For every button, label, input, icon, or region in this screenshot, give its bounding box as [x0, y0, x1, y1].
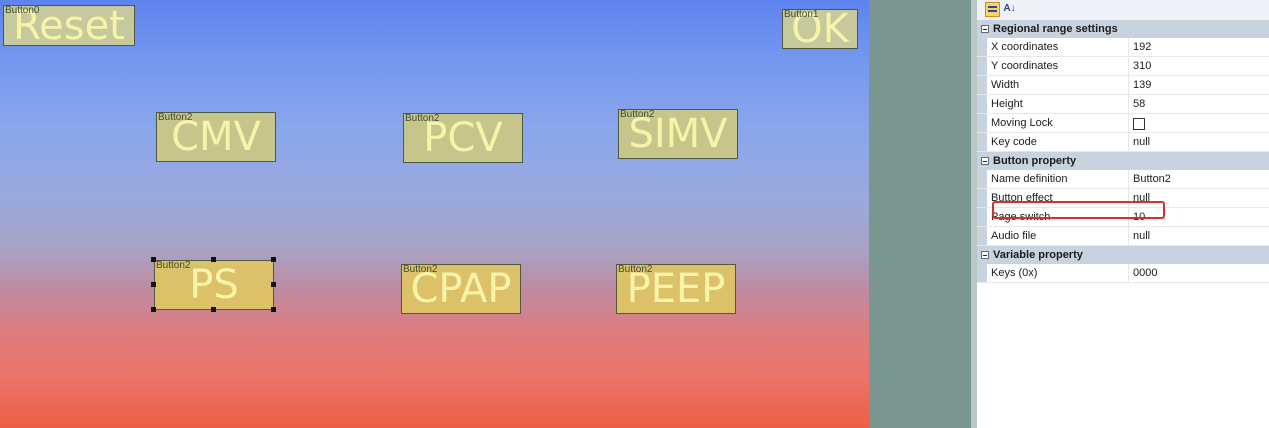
- button-label: PEEP: [626, 266, 726, 312]
- property-value[interactable]: null: [1129, 227, 1269, 245]
- button-tag: Button2: [405, 113, 440, 124]
- property-name: Keys (0x): [987, 264, 1129, 282]
- category-regional-range[interactable]: Regional range settings: [977, 20, 1269, 38]
- property-name: Audio file: [987, 227, 1129, 245]
- resize-handle[interactable]: [271, 307, 276, 312]
- category-title: Button property: [993, 155, 1077, 167]
- property-row-moving-lock[interactable]: Moving Lock: [977, 114, 1269, 133]
- resize-handle[interactable]: [211, 307, 216, 312]
- button-tag: Button0: [5, 5, 40, 16]
- categorized-icon[interactable]: [985, 2, 1000, 17]
- alphabetical-sort-icon[interactable]: A↓: [1002, 2, 1017, 17]
- category-title: Variable property: [993, 249, 1083, 261]
- property-row-key-code[interactable]: Key code null: [977, 133, 1269, 152]
- property-value[interactable]: 58: [1129, 95, 1269, 113]
- category-title: Regional range settings: [993, 23, 1118, 35]
- resize-handle[interactable]: [271, 257, 276, 262]
- button-tag: Button2: [620, 109, 655, 120]
- ps-button[interactable]: Button2 PS: [154, 260, 274, 310]
- collapse-icon[interactable]: [981, 25, 989, 33]
- button-label: PCV: [423, 115, 503, 161]
- button-label: PS: [189, 262, 239, 308]
- property-value[interactable]: 310: [1129, 57, 1269, 75]
- property-panel: A↓ Regional range settings X coordinates…: [971, 0, 1269, 428]
- peep-button[interactable]: Button2 PEEP: [616, 264, 736, 314]
- ok-button[interactable]: Button1 OK: [782, 9, 858, 49]
- cmv-button[interactable]: Button2 CMV: [156, 112, 276, 162]
- property-row-height[interactable]: Height 58: [977, 95, 1269, 114]
- property-row-name-definition[interactable]: Name definition Button2: [977, 170, 1269, 189]
- category-variable-property[interactable]: Variable property: [977, 246, 1269, 264]
- button-label: CPAP: [410, 266, 512, 312]
- property-row-audio-file[interactable]: Audio file null: [977, 227, 1269, 246]
- collapse-icon[interactable]: [981, 157, 989, 165]
- property-value[interactable]: Button2: [1129, 170, 1269, 188]
- collapse-icon[interactable]: [981, 251, 989, 259]
- resize-handle[interactable]: [271, 282, 276, 287]
- property-name: Key code: [987, 133, 1129, 151]
- button-tag: Button2: [403, 264, 438, 275]
- button-tag: Button2: [158, 112, 193, 123]
- property-name: X coordinates: [987, 38, 1129, 56]
- property-value[interactable]: null: [1129, 133, 1269, 151]
- button-tag: Button2: [618, 264, 653, 275]
- property-value[interactable]: 139: [1129, 76, 1269, 94]
- button-label: SIMV: [628, 111, 728, 157]
- resize-handle[interactable]: [211, 257, 216, 262]
- property-toolbar: A↓: [977, 0, 1269, 21]
- property-row-y[interactable]: Y coordinates 310: [977, 57, 1269, 76]
- property-row-keys[interactable]: Keys (0x) 0000: [977, 264, 1269, 283]
- property-value: [1129, 114, 1269, 132]
- pcv-button[interactable]: Button2 PCV: [403, 113, 523, 163]
- button-tag: Button2: [156, 260, 191, 271]
- workspace-gap: [869, 0, 971, 428]
- property-name: Y coordinates: [987, 57, 1129, 75]
- property-grid: Regional range settings X coordinates 19…: [977, 20, 1269, 283]
- property-value[interactable]: 192: [1129, 38, 1269, 56]
- property-name: Height: [987, 95, 1129, 113]
- simv-button[interactable]: Button2 SIMV: [618, 109, 738, 159]
- resize-handle[interactable]: [151, 282, 156, 287]
- button-label: CMV: [171, 114, 261, 160]
- property-name: Moving Lock: [987, 114, 1129, 132]
- cpap-button[interactable]: Button2 CPAP: [401, 264, 521, 314]
- design-canvas[interactable]: Button0 Reset Button1 OK Button2 CMV But…: [0, 0, 869, 428]
- moving-lock-checkbox[interactable]: [1133, 118, 1145, 130]
- page-switch-highlight: [992, 201, 1165, 219]
- resize-handle[interactable]: [151, 307, 156, 312]
- reset-button[interactable]: Button0 Reset: [3, 5, 135, 46]
- property-name: Name definition: [987, 170, 1129, 188]
- property-row-width[interactable]: Width 139: [977, 76, 1269, 95]
- property-name: Width: [987, 76, 1129, 94]
- category-button-property[interactable]: Button property: [977, 152, 1269, 170]
- button-tag: Button1: [784, 9, 819, 20]
- property-value[interactable]: 0000: [1129, 264, 1269, 282]
- resize-handle[interactable]: [151, 257, 156, 262]
- property-row-x[interactable]: X coordinates 192: [977, 38, 1269, 57]
